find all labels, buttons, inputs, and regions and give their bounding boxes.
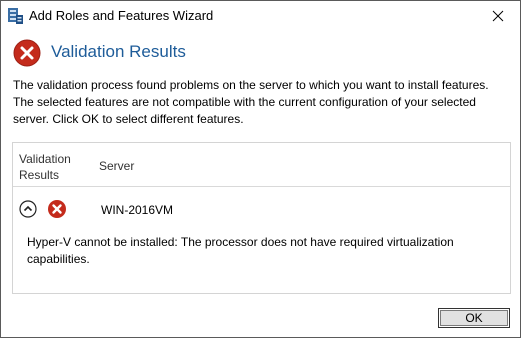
intro-text: The validation process found problems on… — [13, 77, 513, 128]
column-header-server[interactable]: Server — [99, 159, 134, 173]
message-line: Hyper-V cannot be installed: The process… — [27, 235, 454, 249]
intro-line: The selected features are not compatible… — [13, 95, 476, 109]
close-icon — [492, 10, 504, 21]
message-line: capabilities. — [27, 252, 90, 266]
header-divider — [13, 186, 510, 187]
column-header-label: Validation — [19, 152, 71, 166]
close-button[interactable] — [476, 1, 520, 30]
title-bar[interactable]: Add Roles and Features Wizard — [1, 1, 520, 31]
ok-button[interactable]: OK — [438, 308, 510, 328]
intro-line: server. Click OK to select different fea… — [13, 112, 244, 126]
intro-line: The validation process found problems on… — [13, 78, 489, 92]
wizard-window: Add Roles and Features Wizard Validation… — [0, 0, 521, 338]
error-icon — [13, 39, 41, 67]
collapse-button[interactable] — [19, 200, 37, 218]
error-icon — [47, 199, 67, 219]
column-header-label: Results — [19, 168, 60, 182]
server-name: WIN-2016VM — [101, 203, 174, 217]
server-manager-icon — [6, 7, 24, 25]
column-header-validation-results[interactable]: Validation Results — [19, 151, 89, 183]
validation-results-panel: Validation Results Server WIN-2016VM Hyp… — [12, 142, 511, 294]
window-title: Add Roles and Features Wizard — [29, 8, 214, 23]
chevron-up-icon — [19, 200, 37, 218]
validation-message: Hyper-V cannot be installed: The process… — [27, 234, 497, 268]
page-title: Validation Results — [51, 42, 186, 61]
